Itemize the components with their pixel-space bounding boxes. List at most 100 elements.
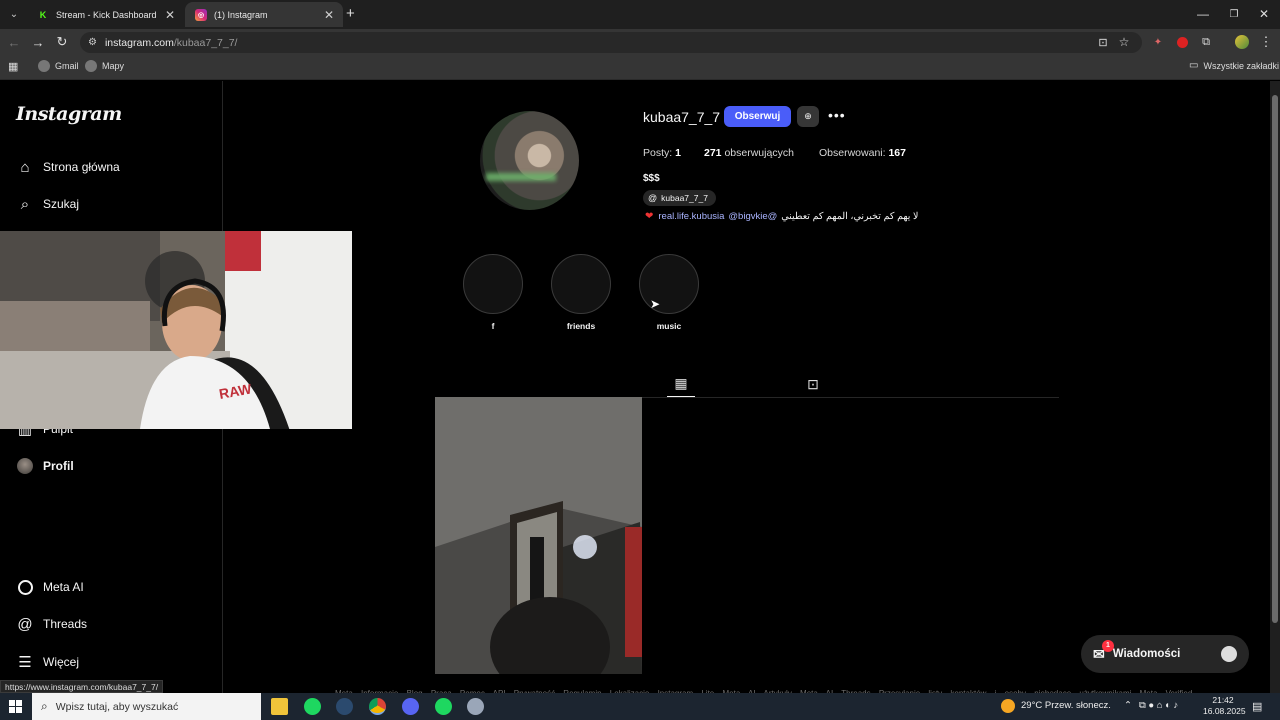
highlight-label: music [656, 321, 682, 331]
tab-title: Stream - Kick Dashboard [56, 9, 157, 20]
globe-icon [85, 60, 97, 72]
mention-link[interactable]: @bigvkie@ [728, 211, 777, 222]
weather-text[interactable]: 29°C Przew. słonecz. [1021, 700, 1111, 711]
profile-avatar[interactable] [480, 111, 579, 210]
extensions-puzzle-icon[interactable]: ⧉ [1196, 33, 1216, 51]
tab-posts-grid[interactable]: ▦ [667, 371, 695, 397]
mouse-cursor-icon: ➤ [650, 297, 661, 311]
browser-toolbar: ← → ↻ ⚙ instagram.com /kubaa7_7_7/ ⊡ ☆ ✦… [0, 29, 1280, 55]
sidebar-item-more[interactable]: ☰ Więcej [16, 650, 79, 674]
address-bar[interactable]: ⚙ instagram.com /kubaa7_7_7/ [80, 32, 1142, 53]
bookmark-label: Mapy [102, 61, 125, 71]
threads-handle: kubaa7_7_7 [661, 193, 708, 203]
minimize-button[interactable]: — [1187, 4, 1219, 24]
steam-icon[interactable] [336, 698, 353, 715]
sidebar-item-label: Meta AI [43, 580, 84, 594]
highlight-music[interactable] [639, 254, 699, 314]
browser-menu-icon[interactable]: ⋮ [1256, 33, 1276, 51]
tray-icons[interactable]: ⧉ ● ⌂ ◐ ♪ [1139, 700, 1178, 711]
bookmarks-bar: ▦ Gmail Mapy ▭ Wszystkie zakładki [0, 55, 1280, 80]
messages-button[interactable]: ✉ 1 Wiadomości [1081, 635, 1249, 673]
messages-label: Wiadomości [1112, 648, 1181, 660]
search-placeholder: Wpisz tutaj, aby wyszukać [55, 700, 179, 713]
reload-button[interactable]: ↻ [52, 33, 72, 51]
sidebar-item-profile[interactable]: Profil [16, 454, 74, 478]
tray-chevron-icon[interactable]: ⌃ [1124, 700, 1132, 711]
tab-strip: ⌄ K Stream - Kick Dashboard ✕ ◎ (1) Inst… [0, 0, 1280, 29]
windows-start-icon[interactable] [9, 700, 22, 713]
followers-count[interactable]: 271 obserwujących [704, 147, 794, 159]
grid-icon: ▦ [674, 375, 688, 391]
status-url-tooltip: https://www.instagram.com/kubaa7_7_7/ [0, 680, 164, 693]
chrome-icon[interactable] [369, 698, 386, 715]
discord-icon[interactable] [402, 698, 419, 715]
post-thumbnail[interactable] [435, 397, 642, 674]
webcam-overlay: RAW [0, 231, 352, 429]
forward-button[interactable]: → [28, 33, 48, 51]
bookmark-mapy[interactable]: Mapy [85, 60, 124, 72]
contacts-avatar [1221, 646, 1237, 662]
options-more-icon[interactable]: ••• [828, 107, 846, 123]
back-button[interactable]: ← [4, 33, 24, 51]
all-bookmarks-folder[interactable]: ▭ Wszystkie zakładki [1189, 60, 1279, 71]
sidebar-item-label: Profil [43, 459, 74, 473]
sidebar-item-label: Więcej [43, 655, 80, 669]
notifications-icon[interactable]: ▤ [1252, 700, 1262, 713]
all-bookmarks-label: Wszystkie zakładki [1203, 60, 1279, 71]
globe-icon [38, 60, 50, 72]
highlight-friends[interactable] [551, 254, 611, 314]
tab-title: (1) Instagram [214, 9, 268, 20]
sidebar-item-threads[interactable]: @ Threads [16, 612, 87, 636]
highlight-label: f [491, 321, 495, 331]
tab-instagram[interactable]: ◎ (1) Instagram ✕ [185, 2, 343, 27]
home-icon: ⌂ [20, 158, 30, 176]
spotify-icon[interactable] [304, 698, 321, 715]
highlight-f[interactable] [463, 254, 523, 314]
follow-button[interactable]: Obserwuj [724, 106, 791, 127]
url-path: /kubaa7_7_7/ [173, 36, 238, 49]
kick-icon: K [37, 8, 49, 21]
tab-kick-dashboard[interactable]: K Stream - Kick Dashboard ✕ [27, 2, 184, 27]
windows-taskbar: ⌕ Wpisz tutaj, aby wyszukać 29°C Przew. … [0, 693, 1280, 720]
taskbar-search-box[interactable]: ⌕ Wpisz tutaj, aby wyszukać [32, 693, 261, 720]
restore-button[interactable]: ❐ [1218, 4, 1250, 24]
sidebar-item-search[interactable]: ⌕ Szukaj [16, 192, 79, 216]
file-explorer-icon[interactable] [271, 698, 288, 715]
apps-grid-icon[interactable]: ▦ [8, 60, 18, 73]
new-tab-button[interactable]: + [346, 5, 355, 22]
bookmark-gmail[interactable]: Gmail [38, 60, 79, 72]
folder-icon: ▭ [1189, 60, 1199, 71]
close-tab-icon[interactable]: ✕ [324, 8, 334, 22]
messages-icon: ✉ 1 [1093, 639, 1114, 663]
close-window-button[interactable]: ✕ [1248, 4, 1280, 24]
threads-badge[interactable]: @ kubaa7_7_7 [643, 190, 716, 206]
suggest-users-button[interactable]: ⊕ [797, 106, 819, 127]
tab-search-button[interactable]: ⌄ [4, 5, 24, 23]
site-info-icon[interactable]: ⚙ [88, 37, 97, 48]
close-tab-icon[interactable]: ✕ [165, 8, 175, 22]
spotify-icon[interactable] [435, 698, 452, 715]
extension-red-icon[interactable] [1172, 33, 1192, 51]
instagram-logo[interactable]: Instagram [16, 103, 122, 125]
install-app-icon[interactable]: ⊡ [1093, 33, 1113, 51]
profile-username: kubaa7_7_7 [643, 109, 721, 125]
sidebar-item-label: Szukaj [43, 197, 80, 211]
profile-avatar[interactable] [1232, 33, 1252, 51]
unread-badge: 1 [1102, 639, 1114, 652]
following-count[interactable]: Obserwowani: 167 [819, 147, 906, 159]
posts-count: Posty: 1 [643, 147, 681, 159]
app-icon[interactable] [467, 698, 484, 715]
clock[interactable]: 21:42 16.08.2025 [1203, 695, 1246, 717]
bookmark-label: Gmail [55, 61, 79, 71]
bookmark-star-icon[interactable]: ☆ [1114, 33, 1134, 51]
extension-icon[interactable]: ✦ [1148, 33, 1168, 51]
tagged-icon: ⊡ [807, 375, 819, 392]
page-scrollbar[interactable] [1270, 81, 1280, 693]
sidebar-item-home[interactable]: ⌂ Strona główna [16, 155, 119, 179]
webcam-image: RAW [0, 231, 352, 429]
sidebar-item-meta-ai[interactable]: Meta AI [16, 575, 84, 599]
tab-tagged[interactable]: ⊡ [799, 371, 827, 397]
bio-arabic-text: لا يهم كم تخبرني، المهم كم تعطيني [781, 211, 919, 222]
mention-link[interactable]: real.life.kubusia [658, 211, 724, 222]
bio-links: ❤ real.life.kubusia @bigvkie@ لا يهم كم … [645, 211, 918, 222]
